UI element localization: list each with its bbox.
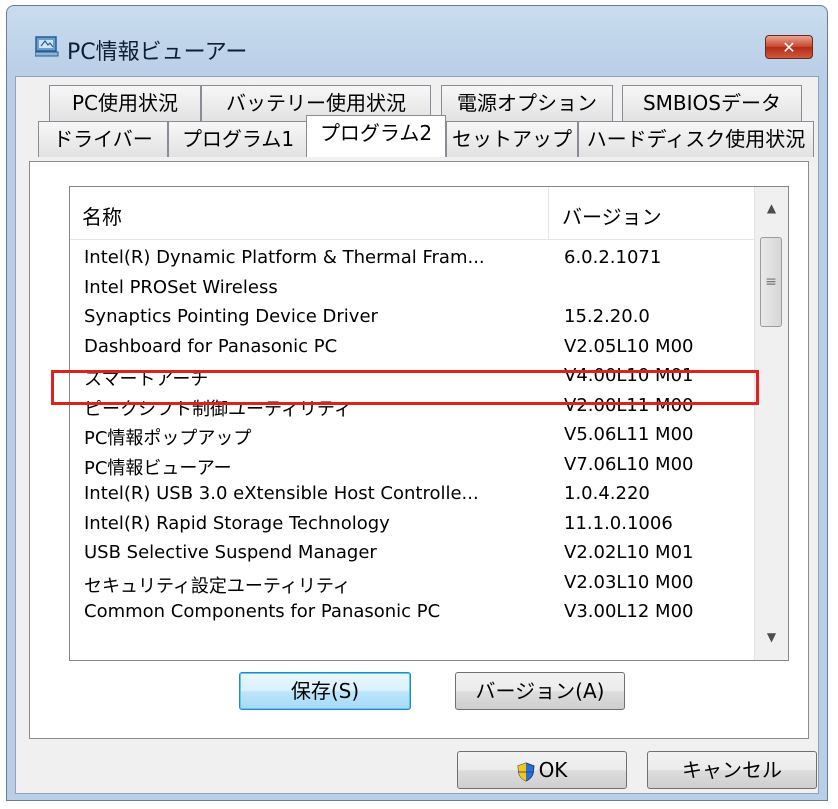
list-item[interactable]: セキュリティ設定ユーティリティ V2.03L10 M00: [70, 568, 755, 598]
scroll-thumb[interactable]: ≡: [760, 237, 782, 327]
item-name: Intel(R) USB 3.0 eXtensible Host Control…: [84, 483, 479, 504]
item-name: Synaptics Pointing Device Driver: [84, 306, 378, 327]
item-version: V7.06L10 M00: [564, 453, 694, 475]
item-version: 15.2.20.0: [564, 306, 650, 327]
ok-button[interactable]: OK: [457, 751, 627, 789]
save-button[interactable]: 保存(S): [239, 672, 411, 710]
scroll-grip-icon: ≡: [765, 274, 777, 290]
close-icon: ✕: [782, 38, 796, 57]
item-name: USB Selective Suspend Manager: [84, 542, 377, 563]
tab-driver[interactable]: ドライバー: [38, 121, 168, 157]
item-version: V2.02L10 M01: [564, 542, 694, 563]
title-bar[interactable]: PC情報ビューアー ✕: [7, 6, 827, 76]
item-name: PC情報ポップアップ: [84, 428, 252, 449]
item-name: PC情報ビューアー: [84, 457, 232, 479]
tab-pc-usage[interactable]: PC使用状況: [49, 85, 201, 121]
item-name: セキュリティ設定ユーティリティ: [84, 575, 351, 597]
list-item[interactable]: Intel(R) USB 3.0 eXtensible Host Control…: [70, 479, 755, 509]
scroll-up-icon[interactable]: ▲: [755, 193, 788, 223]
list-item[interactable]: Synaptics Pointing Device Driver 15.2.20.…: [70, 302, 755, 332]
list-item[interactable]: Dashboard for Panasonic PC V2.05L10 M00: [70, 332, 755, 362]
column-divider[interactable]: [548, 187, 549, 239]
tab-smbios-data[interactable]: SMBIOSデータ: [622, 85, 802, 121]
tab-setup[interactable]: セットアップ: [446, 121, 578, 157]
item-version: 11.1.0.1006: [564, 512, 673, 534]
ok-label: OK: [538, 758, 568, 782]
item-version: V5.06L11 M00: [564, 424, 694, 445]
main-window: PC情報ビューアー ✕ PC使用状況 バッテリー使用状況 電源オプション SMB…: [6, 5, 828, 801]
list-item[interactable]: Intel(R) Rapid Storage Technology 11.1.0.…: [70, 509, 755, 539]
column-header-name[interactable]: 名称: [82, 201, 122, 230]
list-item[interactable]: Intel PROSet Wireless: [70, 273, 755, 303]
list-item[interactable]: Intel(R) Dynamic Platform & Thermal Fram…: [70, 243, 755, 273]
list-header: 名称 バージョン: [70, 187, 755, 240]
tab-program1[interactable]: プログラム1: [168, 121, 308, 157]
list-item[interactable]: USB Selective Suspend Manager V2.02L10 M0…: [70, 538, 755, 568]
item-version: 6.0.2.1071: [564, 247, 662, 268]
app-icon: [35, 36, 59, 57]
item-name: Common Components for Panasonic PC: [84, 601, 441, 622]
cancel-button[interactable]: キャンセル: [647, 751, 817, 789]
list-item[interactable]: PC情報ポップアップ V5.06L11 M00: [70, 420, 755, 450]
window-title: PC情報ビューアー: [67, 40, 248, 65]
item-name: Dashboard for Panasonic PC: [84, 335, 338, 357]
item-version: 1.0.4.220: [564, 483, 650, 504]
tab-hdd-usage[interactable]: ハードディスク使用状況: [578, 121, 814, 157]
list-item[interactable]: Common Components for Panasonic PC V3.00L…: [70, 597, 755, 627]
close-button[interactable]: ✕: [765, 35, 813, 59]
item-name: Intel(R) Rapid Storage Technology: [84, 512, 390, 534]
column-header-version[interactable]: バージョン: [562, 201, 662, 230]
version-button[interactable]: バージョン(A): [455, 672, 625, 710]
item-version: V2.03L10 M00: [564, 571, 694, 593]
scroll-down-icon[interactable]: ▼: [755, 622, 788, 652]
vertical-scrollbar[interactable]: ▲ ≡ ▼: [754, 187, 788, 660]
highlight-box: [51, 370, 759, 405]
shield-icon: [517, 761, 535, 782]
item-version: V2.05L10 M00: [564, 335, 694, 357]
item-name: Intel(R) Dynamic Platform & Thermal Fram…: [84, 247, 485, 268]
tab-power-options[interactable]: 電源オプション: [441, 85, 613, 121]
item-name: Intel PROSet Wireless: [84, 276, 278, 298]
list-item[interactable]: PC情報ビューアー V7.06L10 M00: [70, 450, 755, 480]
list-rows: Intel(R) Dynamic Platform & Thermal Fram…: [70, 243, 755, 627]
program-list[interactable]: 名称 バージョン Intel(R) Dynamic Platform & The…: [69, 186, 789, 661]
tab-program2[interactable]: プログラム2: [306, 115, 446, 157]
item-version: V3.00L12 M00: [564, 601, 694, 622]
